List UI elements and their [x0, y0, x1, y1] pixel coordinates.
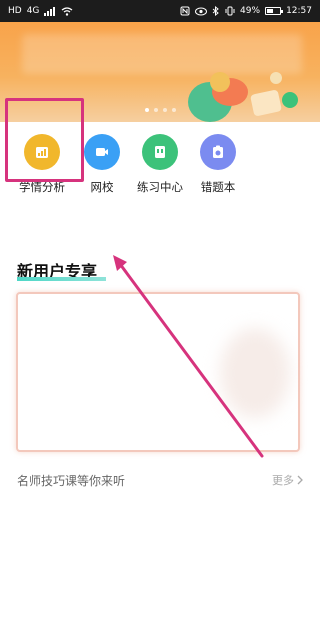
banner-dot[interactable]	[153, 108, 158, 112]
nav-label: 错题本	[200, 180, 236, 194]
status-right: 49% 12:57	[180, 6, 312, 16]
course-heading: 名师技巧课等你来听	[17, 474, 126, 488]
eye-icon	[195, 7, 208, 15]
bluetooth-icon	[212, 6, 219, 16]
status-left: HD 4G	[8, 5, 73, 16]
banner-dot[interactable]	[171, 108, 176, 112]
card-blurred-graphic	[220, 328, 290, 418]
nav-item-practice-center[interactable]: 练习中心	[128, 130, 192, 195]
title-underline	[17, 277, 106, 281]
nav-label: 练习中心	[137, 180, 183, 194]
nfc-icon	[180, 6, 190, 16]
status-time: 12:57	[286, 5, 312, 16]
chevron-right-icon	[297, 475, 303, 485]
network-label: 4G	[26, 5, 40, 16]
banner-illustration	[188, 72, 298, 122]
vibrate-icon	[225, 6, 235, 16]
more-label: 更多	[272, 474, 294, 487]
practice-icon	[142, 134, 178, 170]
battery-percent: 49%	[240, 5, 261, 16]
banner-dot-active[interactable]	[144, 108, 149, 112]
banner-dot[interactable]	[162, 108, 167, 112]
camera-icon	[200, 134, 236, 170]
carrier-label: HD	[8, 5, 22, 16]
new-user-promo-card[interactable]	[16, 292, 300, 452]
highlight-box	[5, 98, 84, 182]
video-icon	[84, 134, 120, 170]
course-row: 名师技巧课等你来听 更多	[17, 472, 303, 490]
nav-item-mistake-book[interactable]: 错题本	[186, 130, 250, 195]
wifi-icon	[62, 6, 73, 16]
more-link[interactable]: 更多	[272, 472, 303, 488]
battery-icon	[265, 7, 284, 15]
signal-icon	[44, 6, 56, 16]
status-bar: HD 4G 49% 12:57	[0, 0, 320, 22]
